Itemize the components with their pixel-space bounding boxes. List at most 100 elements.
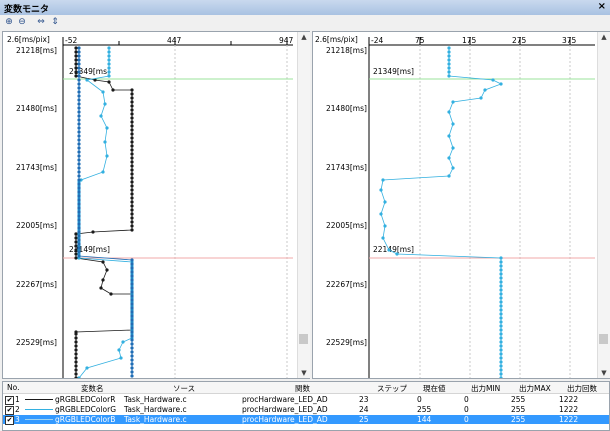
col-header-value[interactable]: 現在値 xyxy=(423,383,446,394)
col-header-count[interactable]: 出力回数 xyxy=(567,383,597,394)
series-b-point xyxy=(77,254,81,258)
series-b-line xyxy=(78,48,133,376)
series-b-right-point xyxy=(499,288,503,292)
table-row[interactable]: ✔ 1 gRGBLEDColorR Task_Hardware.c procHa… xyxy=(3,395,609,405)
series-b-right-point xyxy=(499,312,503,316)
col-header-no[interactable]: No. xyxy=(7,383,19,392)
row-checkbox[interactable]: ✔ xyxy=(5,396,14,405)
series-b-right-point xyxy=(447,58,451,62)
series-b-right-point xyxy=(499,268,503,272)
series-b-point xyxy=(77,138,81,142)
series-r-point xyxy=(130,144,134,148)
fit-horizontal-icon[interactable]: ⇔ xyxy=(35,16,47,28)
left-vertical-scrollbar[interactable]: ▲ ▼ xyxy=(297,32,310,378)
series-r-point xyxy=(107,80,111,84)
series-b-point xyxy=(77,46,81,50)
series-r-point xyxy=(74,252,78,256)
series-b-point xyxy=(130,294,134,298)
series-g-point xyxy=(85,366,89,370)
series-r-point xyxy=(130,188,134,192)
series-r-point xyxy=(130,116,134,120)
series-r-point xyxy=(74,62,78,66)
row-max: 255 xyxy=(511,395,526,404)
series-r-point xyxy=(130,124,134,128)
table-row-selected[interactable]: ✔ 3 gRGBLEDColorB Task_Hardware.c procHa… xyxy=(3,415,609,425)
series-g-point xyxy=(107,62,111,66)
left-x-tick-label: -52 xyxy=(65,36,77,45)
series-b-point xyxy=(77,230,81,234)
series-b-right-point xyxy=(387,248,391,252)
series-b-point xyxy=(77,154,81,158)
series-r-point xyxy=(74,344,78,348)
series-b-point xyxy=(130,334,134,338)
right-y-tick-label: 22529[ms] xyxy=(326,338,367,347)
col-header-step[interactable]: ステップ xyxy=(377,383,407,394)
series-b-point xyxy=(130,278,134,282)
series-b-right-point xyxy=(499,364,503,368)
scrollbar-thumb[interactable] xyxy=(299,334,308,344)
col-header-max[interactable]: 出力MAX xyxy=(519,383,551,394)
series-r-point xyxy=(130,104,134,108)
series-b-right-point xyxy=(483,88,487,92)
row-checkbox[interactable]: ✔ xyxy=(5,416,14,425)
series-g-point xyxy=(107,66,111,70)
right-y-tick-label: 21480[ms] xyxy=(326,104,367,113)
scroll-up-icon[interactable]: ▲ xyxy=(298,32,310,42)
series-b-right-point xyxy=(499,304,503,308)
series-b-point xyxy=(77,214,81,218)
series-b-right-point xyxy=(499,372,503,376)
row-min: 0 xyxy=(464,395,469,404)
series-b-point xyxy=(77,110,81,114)
series-b-point xyxy=(130,290,134,294)
row-max: 255 xyxy=(511,415,526,424)
series-r-point xyxy=(130,196,134,200)
series-b-point xyxy=(130,366,134,370)
right-marker-label: 21349[ms] xyxy=(373,67,414,76)
zoom-out-icon[interactable]: ⊖ xyxy=(16,16,28,28)
series-r-point xyxy=(74,66,78,70)
series-b-point xyxy=(130,258,134,262)
series-b-right-point xyxy=(447,50,451,54)
right-x-tick-label: 375 xyxy=(562,36,577,45)
series-color-swatch xyxy=(25,399,53,400)
right-x-tick-label: 75 xyxy=(415,36,425,45)
scroll-down-icon[interactable]: ▼ xyxy=(298,368,310,378)
col-header-function[interactable]: 関数 xyxy=(295,383,310,394)
row-checkbox[interactable]: ✔ xyxy=(5,406,14,415)
scrollbar-thumb[interactable] xyxy=(599,334,608,344)
scroll-down-icon[interactable]: ▼ xyxy=(598,368,610,378)
series-r-point xyxy=(74,58,78,62)
series-b-point xyxy=(77,90,81,94)
series-r-point xyxy=(130,172,134,176)
table-row[interactable]: ✔ 2 gRGBLEDColorG Task_Hardware.c procHa… xyxy=(3,405,609,415)
series-b-right-point xyxy=(381,236,385,240)
row-value: 255 xyxy=(417,405,432,414)
scroll-up-icon[interactable]: ▲ xyxy=(598,32,610,42)
series-r-point xyxy=(130,180,134,184)
series-b-right-point xyxy=(379,212,383,216)
series-r-point xyxy=(74,340,78,344)
series-r-point xyxy=(130,112,134,116)
series-r-point xyxy=(74,244,78,248)
series-b-point xyxy=(130,374,134,378)
series-b-point xyxy=(77,218,81,222)
col-header-name[interactable]: 変数名 xyxy=(81,383,104,394)
fit-vertical-icon[interactable]: ⇕ xyxy=(49,16,61,28)
series-b-point xyxy=(130,270,134,274)
series-g-point xyxy=(85,78,89,82)
col-header-min[interactable]: 出力MIN xyxy=(471,383,500,394)
series-r-point xyxy=(74,372,78,376)
col-header-source[interactable]: ソース xyxy=(173,383,195,394)
series-b-point xyxy=(77,150,81,154)
series-r-point xyxy=(74,368,78,372)
series-b-right-point xyxy=(451,100,455,104)
series-b-point xyxy=(77,250,81,254)
close-icon[interactable]: × xyxy=(598,1,606,12)
series-r-point xyxy=(74,54,78,58)
zoom-in-icon[interactable]: ⊕ xyxy=(3,16,15,28)
title-bar: 変数モニタ × xyxy=(0,0,610,16)
row-no: 1 xyxy=(15,395,20,404)
right-vertical-scrollbar[interactable]: ▲ ▼ xyxy=(597,32,610,378)
series-b-right-point xyxy=(447,156,451,160)
series-b-point xyxy=(77,234,81,238)
